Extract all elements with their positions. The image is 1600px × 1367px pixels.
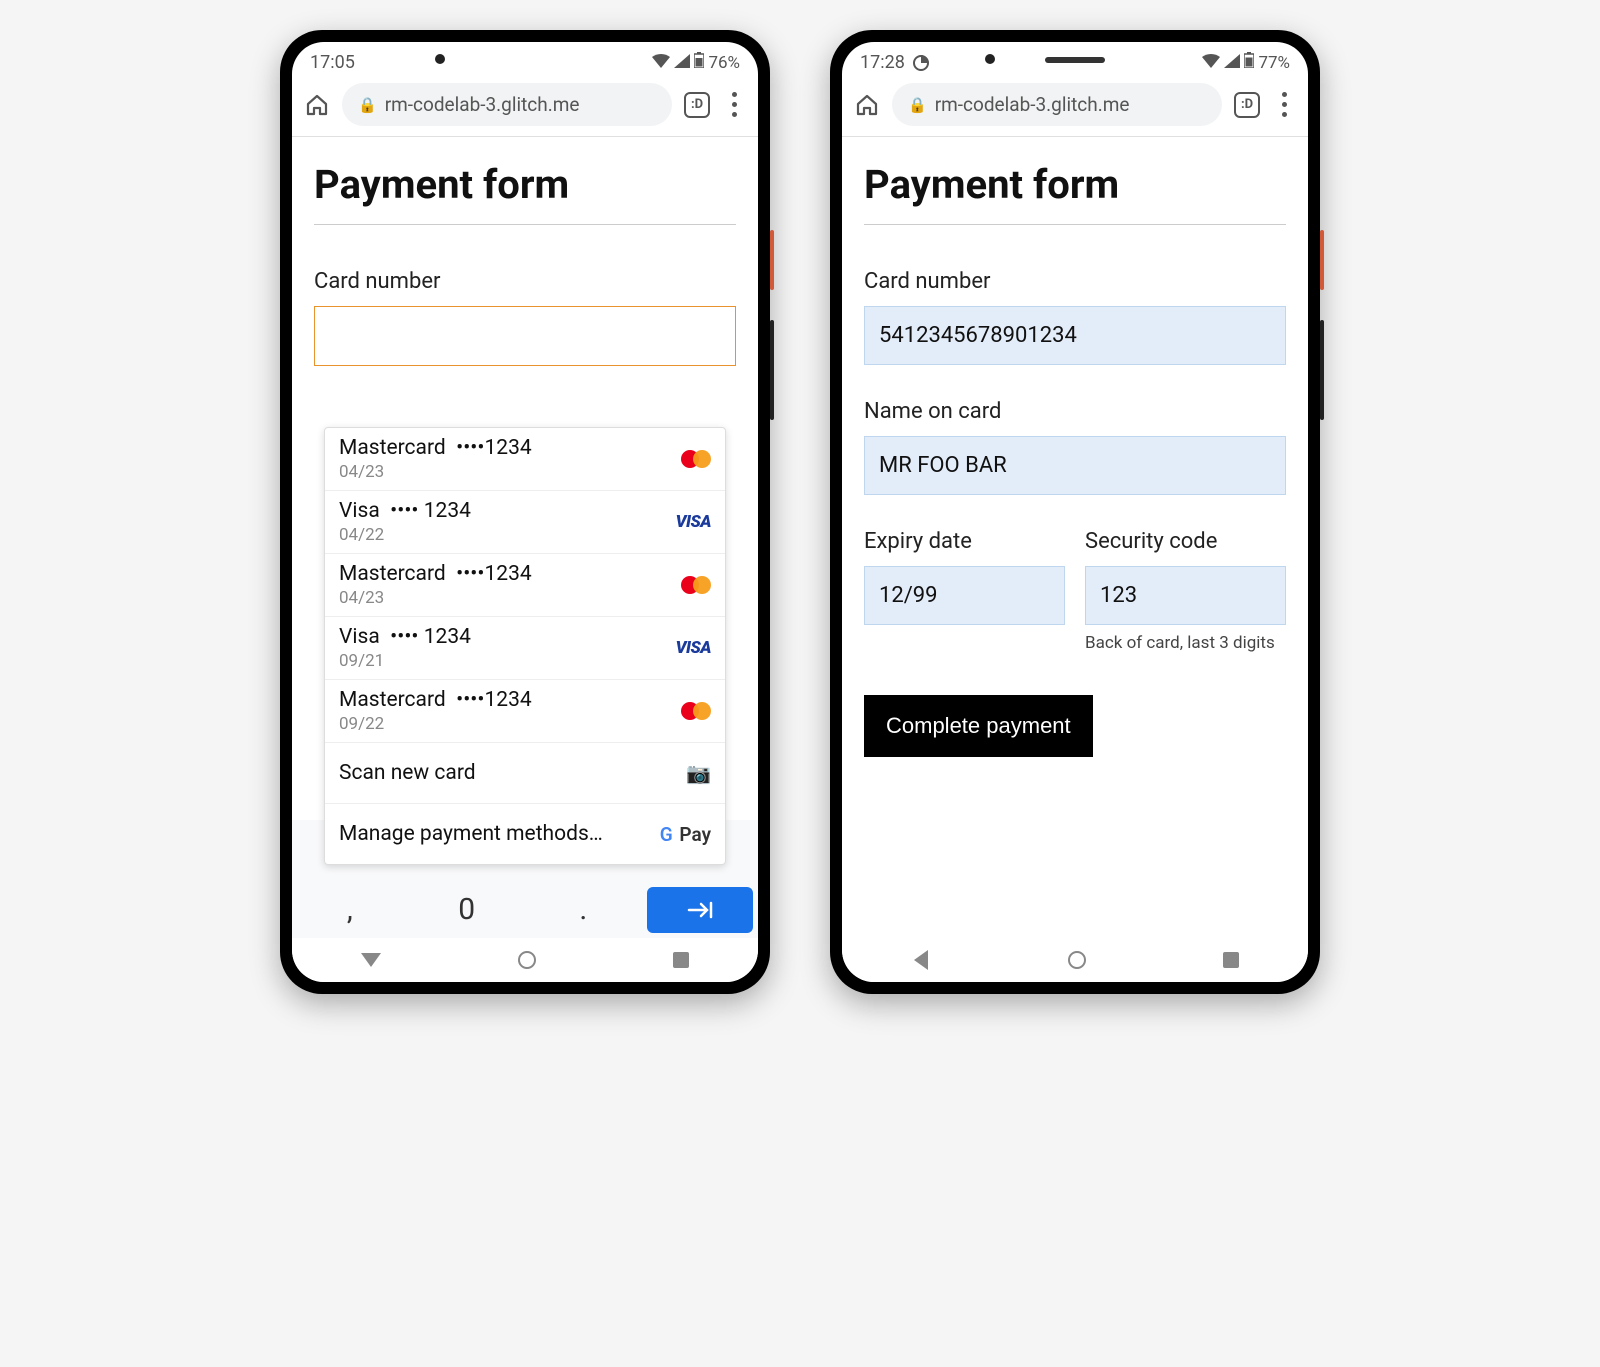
volume-button (770, 320, 774, 420)
card-number-label: Card number (864, 269, 1286, 294)
screen-right: 17:28 77% 🔒 rm-cod (842, 42, 1308, 982)
nav-home-icon[interactable] (1068, 951, 1086, 969)
autofill-card-4[interactable]: Mastercard ••••1234 09/22 (325, 680, 725, 743)
nav-home-icon[interactable] (518, 951, 536, 969)
card-number-label: Card number (314, 269, 736, 294)
data-saver-icon (913, 55, 929, 71)
status-bar: 17:05 76% (292, 42, 758, 77)
status-bar: 17:28 77% (842, 42, 1308, 77)
status-time: 17:05 (310, 52, 355, 73)
lock-icon: 🔒 (908, 96, 927, 114)
battery-icon (1244, 52, 1254, 73)
visa-icon: VISA (676, 638, 711, 658)
browser-toolbar: 🔒 rm-codelab-3.glitch.me :D (842, 77, 1308, 137)
cvv-input[interactable]: 123 (1085, 566, 1286, 625)
menu-icon[interactable] (1272, 92, 1296, 117)
page-title: Payment form (314, 161, 736, 225)
autofill-dropdown: Mastercard ••••1234 04/23 Visa •••• 1234… (324, 427, 726, 865)
card-number-input[interactable]: 5412345678901234 (864, 306, 1286, 365)
mastercard-icon (681, 575, 711, 595)
cvv-label: Security code (1085, 529, 1286, 554)
name-on-card-label: Name on card (864, 399, 1286, 424)
scan-card-option[interactable]: Scan new card 📷 (325, 743, 725, 804)
page-content: Payment form Card number 541234567890123… (842, 137, 1308, 938)
card-number-input[interactable] (314, 306, 736, 366)
url-text: rm-codelab-3.glitch.me (935, 93, 1130, 116)
url-bar[interactable]: 🔒 rm-codelab-3.glitch.me (892, 83, 1222, 126)
wifi-icon (652, 53, 670, 73)
home-icon[interactable] (304, 92, 330, 118)
cvv-hint: Back of card, last 3 digits (1085, 633, 1286, 653)
power-button (770, 230, 774, 290)
autofill-card-2[interactable]: Mastercard ••••1234 04/23 (325, 554, 725, 617)
lock-icon: 🔒 (358, 96, 377, 114)
nav-overview-icon[interactable] (673, 952, 689, 968)
gpay-icon: G Pay (660, 823, 711, 846)
signal-icon (674, 53, 690, 73)
autofill-card-3[interactable]: Visa •••• 1234 09/21 VISA (325, 617, 725, 680)
wifi-icon (1202, 53, 1220, 73)
nav-overview-icon[interactable] (1223, 952, 1239, 968)
key-comma[interactable]: , (292, 882, 408, 937)
autofill-card-1[interactable]: Visa •••• 1234 04/22 VISA (325, 491, 725, 554)
key-period[interactable]: . (526, 882, 642, 937)
signal-icon (1224, 53, 1240, 73)
home-icon[interactable] (854, 92, 880, 118)
visa-icon: VISA (676, 512, 711, 532)
url-bar[interactable]: 🔒 rm-codelab-3.glitch.me (342, 83, 672, 126)
battery-pct: 76% (708, 53, 740, 73)
expiry-input[interactable]: 12/99 (864, 566, 1065, 625)
android-navbar (292, 938, 758, 982)
complete-payment-button[interactable]: Complete payment (864, 695, 1093, 757)
camera-icon: 📷 (686, 761, 711, 785)
browser-toolbar: 🔒 rm-codelab-3.glitch.me :D (292, 77, 758, 137)
name-on-card-input[interactable]: MR FOO BAR (864, 436, 1286, 495)
key-go[interactable] (647, 887, 753, 933)
status-time: 17:28 (860, 52, 905, 73)
android-navbar (842, 938, 1308, 982)
menu-icon[interactable] (722, 92, 746, 117)
page-title: Payment form (864, 161, 1286, 225)
phone-left: 17:05 76% 🔒 rm-codelab-3.glitch.me (280, 30, 770, 994)
url-text: rm-codelab-3.glitch.me (385, 93, 580, 116)
autofill-card-0[interactable]: Mastercard ••••1234 04/23 (325, 428, 725, 491)
mastercard-icon (681, 449, 711, 469)
nav-back-icon[interactable] (361, 953, 381, 967)
volume-button (1320, 320, 1324, 420)
screen-left: 17:05 76% 🔒 rm-codelab-3.glitch.me (292, 42, 758, 982)
battery-icon (694, 52, 704, 73)
tabs-icon[interactable]: :D (1234, 92, 1260, 118)
manage-payment-option[interactable]: Manage payment methods… G Pay (325, 804, 725, 864)
power-button (1320, 230, 1324, 290)
expiry-label: Expiry date (864, 529, 1065, 554)
tabs-icon[interactable]: :D (684, 92, 710, 118)
nav-back-icon[interactable] (914, 950, 928, 970)
battery-pct: 77% (1258, 53, 1290, 73)
mastercard-icon (681, 701, 711, 721)
key-0[interactable]: 0 (409, 882, 525, 937)
phone-right: 17:28 77% 🔒 rm-cod (830, 30, 1320, 994)
